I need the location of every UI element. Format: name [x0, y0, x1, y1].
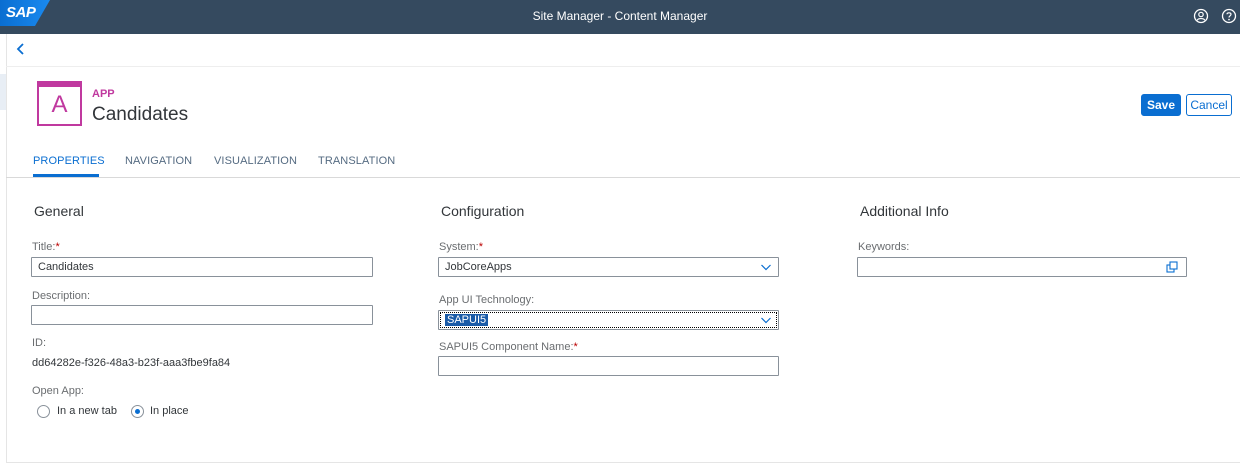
help-icon[interactable]: [1221, 8, 1237, 24]
user-icon[interactable]: [1193, 8, 1209, 24]
chevron-down-icon[interactable]: [760, 261, 772, 273]
description-label: Description:: [32, 290, 91, 302]
tab-properties[interactable]: PROPERTIES: [33, 155, 105, 167]
required-marker: *: [478, 241, 484, 253]
title-input[interactable]: Candidates: [31, 257, 373, 277]
radio-new-tab-label[interactable]: In a new tab: [57, 405, 117, 417]
app-type-icon: A: [37, 81, 82, 126]
tab-navigation[interactable]: NAVIGATION: [125, 155, 192, 167]
description-input[interactable]: [31, 305, 373, 325]
page-content: [6, 34, 1240, 463]
radio-in-place[interactable]: [131, 405, 144, 418]
divider: [6, 66, 1240, 67]
required-marker: *: [55, 241, 60, 253]
component-name-input[interactable]: [438, 356, 779, 376]
section-general-heading: General: [34, 203, 84, 219]
left-strip: [0, 74, 6, 110]
required-marker: *: [573, 341, 578, 353]
save-button[interactable]: Save: [1141, 94, 1181, 116]
value-help-icon[interactable]: [1166, 261, 1178, 273]
chevron-left-icon[interactable]: [14, 42, 28, 56]
shell-title: Site Manager - Content Manager: [532, 9, 708, 23]
system-select[interactable]: JobCoreApps: [438, 257, 779, 277]
tech-select[interactable]: SAPUI5: [438, 310, 779, 330]
id-label: ID:: [32, 337, 47, 349]
tab-translation[interactable]: TRANSLATION: [318, 155, 395, 167]
cancel-button[interactable]: Cancel: [1186, 94, 1232, 116]
id-value: dd64282e-f326-48a3-b23f-aaa3fbe9fa84: [32, 357, 231, 369]
tab-divider: [6, 177, 1240, 178]
keywords-input[interactable]: [857, 257, 1187, 277]
title-label: Title:*: [32, 241, 60, 253]
radio-in-place-label[interactable]: In place: [150, 405, 189, 417]
radio-new-tab[interactable]: [37, 405, 50, 418]
page-title: Candidates: [92, 104, 189, 125]
keywords-label: Keywords:: [858, 241, 910, 253]
open-app-label: Open App:: [32, 385, 84, 397]
section-configuration-heading: Configuration: [441, 203, 525, 219]
component-label: SAPUI5 Component Name:*: [439, 341, 578, 353]
chevron-down-icon[interactable]: [760, 314, 772, 326]
shell-bar: SAP Site Manager - Content Manager: [0, 0, 1240, 34]
tech-label: App UI Technology:: [439, 294, 535, 306]
system-label: System:*: [439, 241, 484, 253]
section-additional-heading: Additional Info: [860, 203, 949, 219]
tab-visualization[interactable]: VISUALIZATION: [214, 155, 297, 167]
object-type-label: APP: [92, 88, 115, 100]
